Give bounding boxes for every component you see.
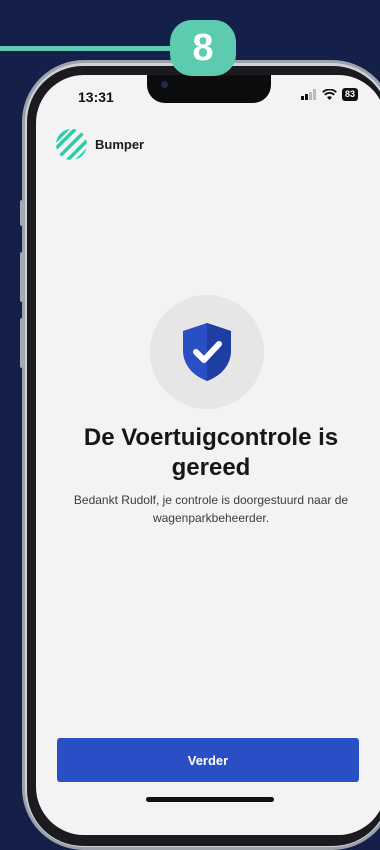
- dynamic-island: [147, 75, 271, 103]
- continue-button[interactable]: Verder: [57, 738, 359, 782]
- app-header: Bumper: [56, 129, 144, 160]
- shield-check-icon: [183, 323, 231, 381]
- phone-volume-up-button: [20, 252, 24, 302]
- phone-action-button: [20, 200, 24, 226]
- confirmation-message: Bedankt Rudolf, je controle is doorgestu…: [73, 493, 349, 525]
- wifi-icon: [322, 89, 337, 100]
- bumper-logo-icon: [56, 129, 87, 160]
- status-icons: 83: [300, 88, 358, 101]
- step-connector-line: [0, 46, 180, 51]
- success-icon-circle: [150, 295, 264, 409]
- confirmation-title: De Voertuigcontrole is gereed: [83, 424, 339, 481]
- phone-screen: 13:31 83 Bumper De Voertuigcontrole is g…: [36, 75, 380, 835]
- step-number-badge: 8: [170, 20, 236, 76]
- phone-volume-down-button: [20, 318, 24, 368]
- home-indicator[interactable]: [146, 797, 274, 802]
- battery-indicator: 83: [341, 88, 358, 101]
- front-camera: [161, 81, 168, 88]
- signal-icon: [300, 89, 316, 100]
- brand-name: Bumper: [95, 137, 145, 152]
- status-time: 13:31: [78, 89, 114, 105]
